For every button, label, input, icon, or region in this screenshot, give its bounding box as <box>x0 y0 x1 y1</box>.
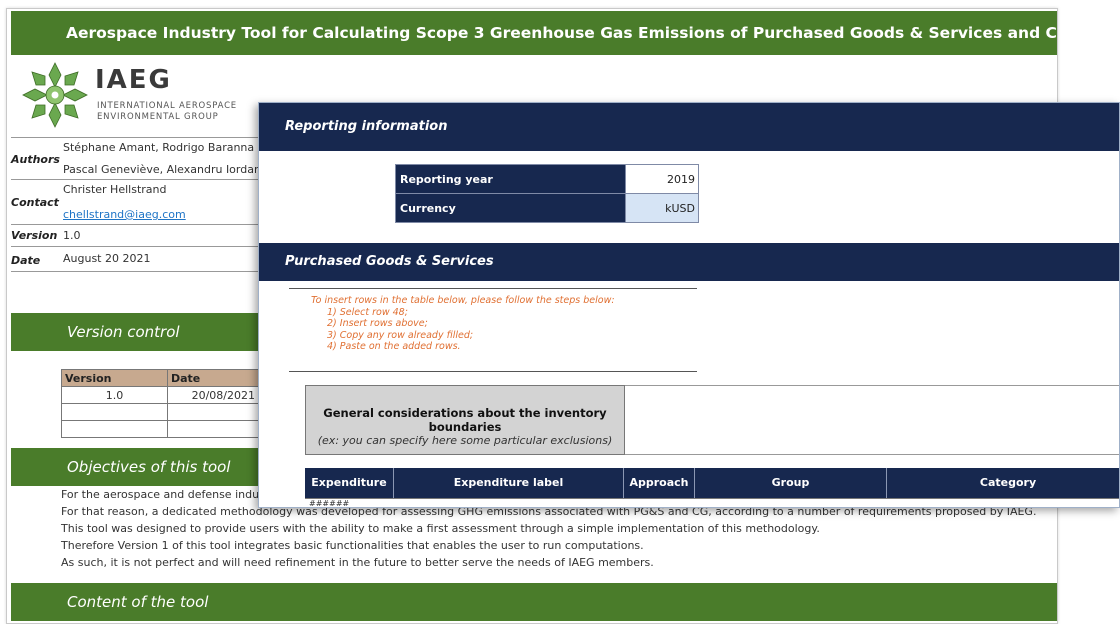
contact-row: Contact Christer Hellstrand chellstrand@… <box>11 179 266 224</box>
version-control-table: Version Date 1.0 20/08/2021 <box>61 369 260 438</box>
contact-email-link[interactable]: chellstrand@iaeg.com <box>63 208 186 221</box>
logo-tagline: INTERNATIONAL AEROSPACE ENVIRONMENTAL GR… <box>97 101 237 122</box>
iaeg-emblem-icon <box>22 62 88 128</box>
instruction-step: 2) Insert rows above; <box>327 318 428 329</box>
instruction-step: 4) Paste on the added rows. <box>327 341 461 352</box>
authors-row: Authors Stéphane Amant, Rodrigo Baranna … <box>11 137 266 179</box>
table-row: Reporting year 2019 <box>395 164 699 194</box>
column-expenditure-id[interactable]: Expenditure ID <box>305 468 394 507</box>
insert-rows-instructions: To insert rows in the table below, pleas… <box>289 288 697 372</box>
date-label: Date <box>11 254 41 267</box>
pgs-heading: Purchased Goods & Services <box>259 243 1119 281</box>
column-category[interactable]: Category <box>887 468 1119 498</box>
authors-label: Authors <box>11 153 60 166</box>
column-approach[interactable]: Approach <box>624 468 695 498</box>
table-row <box>61 420 260 438</box>
reporting-info-table: Reporting year 2019 Currency kUSD <box>395 164 699 223</box>
tool-title: Aerospace Industry Tool for Calculating … <box>11 11 1057 55</box>
currency-select[interactable]: kUSD <box>625 193 699 223</box>
reporting-year-label: Reporting year <box>395 164 626 194</box>
authors-line-2: Pascal Geneviève, Alexandru Iordan <box>63 163 261 176</box>
date-row: Date August 20 2021 <box>11 246 266 272</box>
vc-cell[interactable] <box>61 403 168 421</box>
objective-line: As such, it is not perfect and will need… <box>61 556 654 569</box>
vc-header-date: Date <box>167 369 260 387</box>
date-value: August 20 2021 <box>63 252 151 265</box>
general-considerations-input[interactable] <box>625 385 1119 455</box>
document-metadata: Authors Stéphane Amant, Rodrigo Baranna … <box>11 137 266 272</box>
general-considerations-label: General considerations about the invento… <box>305 385 625 455</box>
reporting-year-input[interactable]: 2019 <box>625 164 699 194</box>
content-heading: Content of the tool <box>11 583 1057 621</box>
vc-cell[interactable] <box>61 420 168 438</box>
expenditure-id-cell[interactable]: ###### <box>309 499 349 507</box>
front-sheet: Reporting information Reporting year 201… <box>258 102 1120 508</box>
column-expenditure-label[interactable]: Expenditure label <box>394 468 624 498</box>
authors-line-1: Stéphane Amant, Rodrigo Baranna <box>63 141 255 154</box>
table-row: 1.0 20/08/2021 <box>61 386 260 404</box>
reporting-info-heading: Reporting information <box>259 103 1119 151</box>
table-row[interactable]: ###### <box>305 498 1119 507</box>
vc-cell[interactable]: 1.0 <box>61 386 168 404</box>
instruction-step: 3) Copy any row already filled; <box>327 329 474 341</box>
logo-wordmark: IAEG <box>95 65 172 95</box>
instructions-intro: To insert rows in the table below, pleas… <box>311 295 615 306</box>
vc-cell[interactable]: 20/08/2021 <box>167 386 260 404</box>
version-row: Version 1.0 <box>11 224 266 246</box>
objective-line: Therefore Version 1 of this tool integra… <box>61 539 644 552</box>
contact-name: Christer Hellstrand <box>63 183 167 196</box>
objective-line: This tool was designed to provide users … <box>61 522 820 535</box>
vc-cell[interactable] <box>167 403 260 421</box>
expenditure-table-header: Expenditure ID Expenditure label Approac… <box>305 468 1119 507</box>
table-row: Currency kUSD <box>395 193 699 223</box>
iaeg-logo: IAEG INTERNATIONAL AEROSPACE ENVIRONMENT… <box>21 57 261 139</box>
contact-label: Contact <box>11 196 59 209</box>
version-value: 1.0 <box>63 229 81 242</box>
version-label: Version <box>11 229 58 242</box>
vc-header-version: Version <box>61 369 168 387</box>
table-row <box>61 403 260 421</box>
currency-label: Currency <box>395 193 626 223</box>
general-considerations-subtitle: (ex: you can specify here some particula… <box>317 434 613 447</box>
general-considerations-title: General considerations about the invento… <box>323 406 607 434</box>
column-group[interactable]: Group <box>695 468 887 498</box>
instruction-step: 1) Select row 48; <box>327 306 408 318</box>
vc-cell[interactable] <box>167 420 260 438</box>
